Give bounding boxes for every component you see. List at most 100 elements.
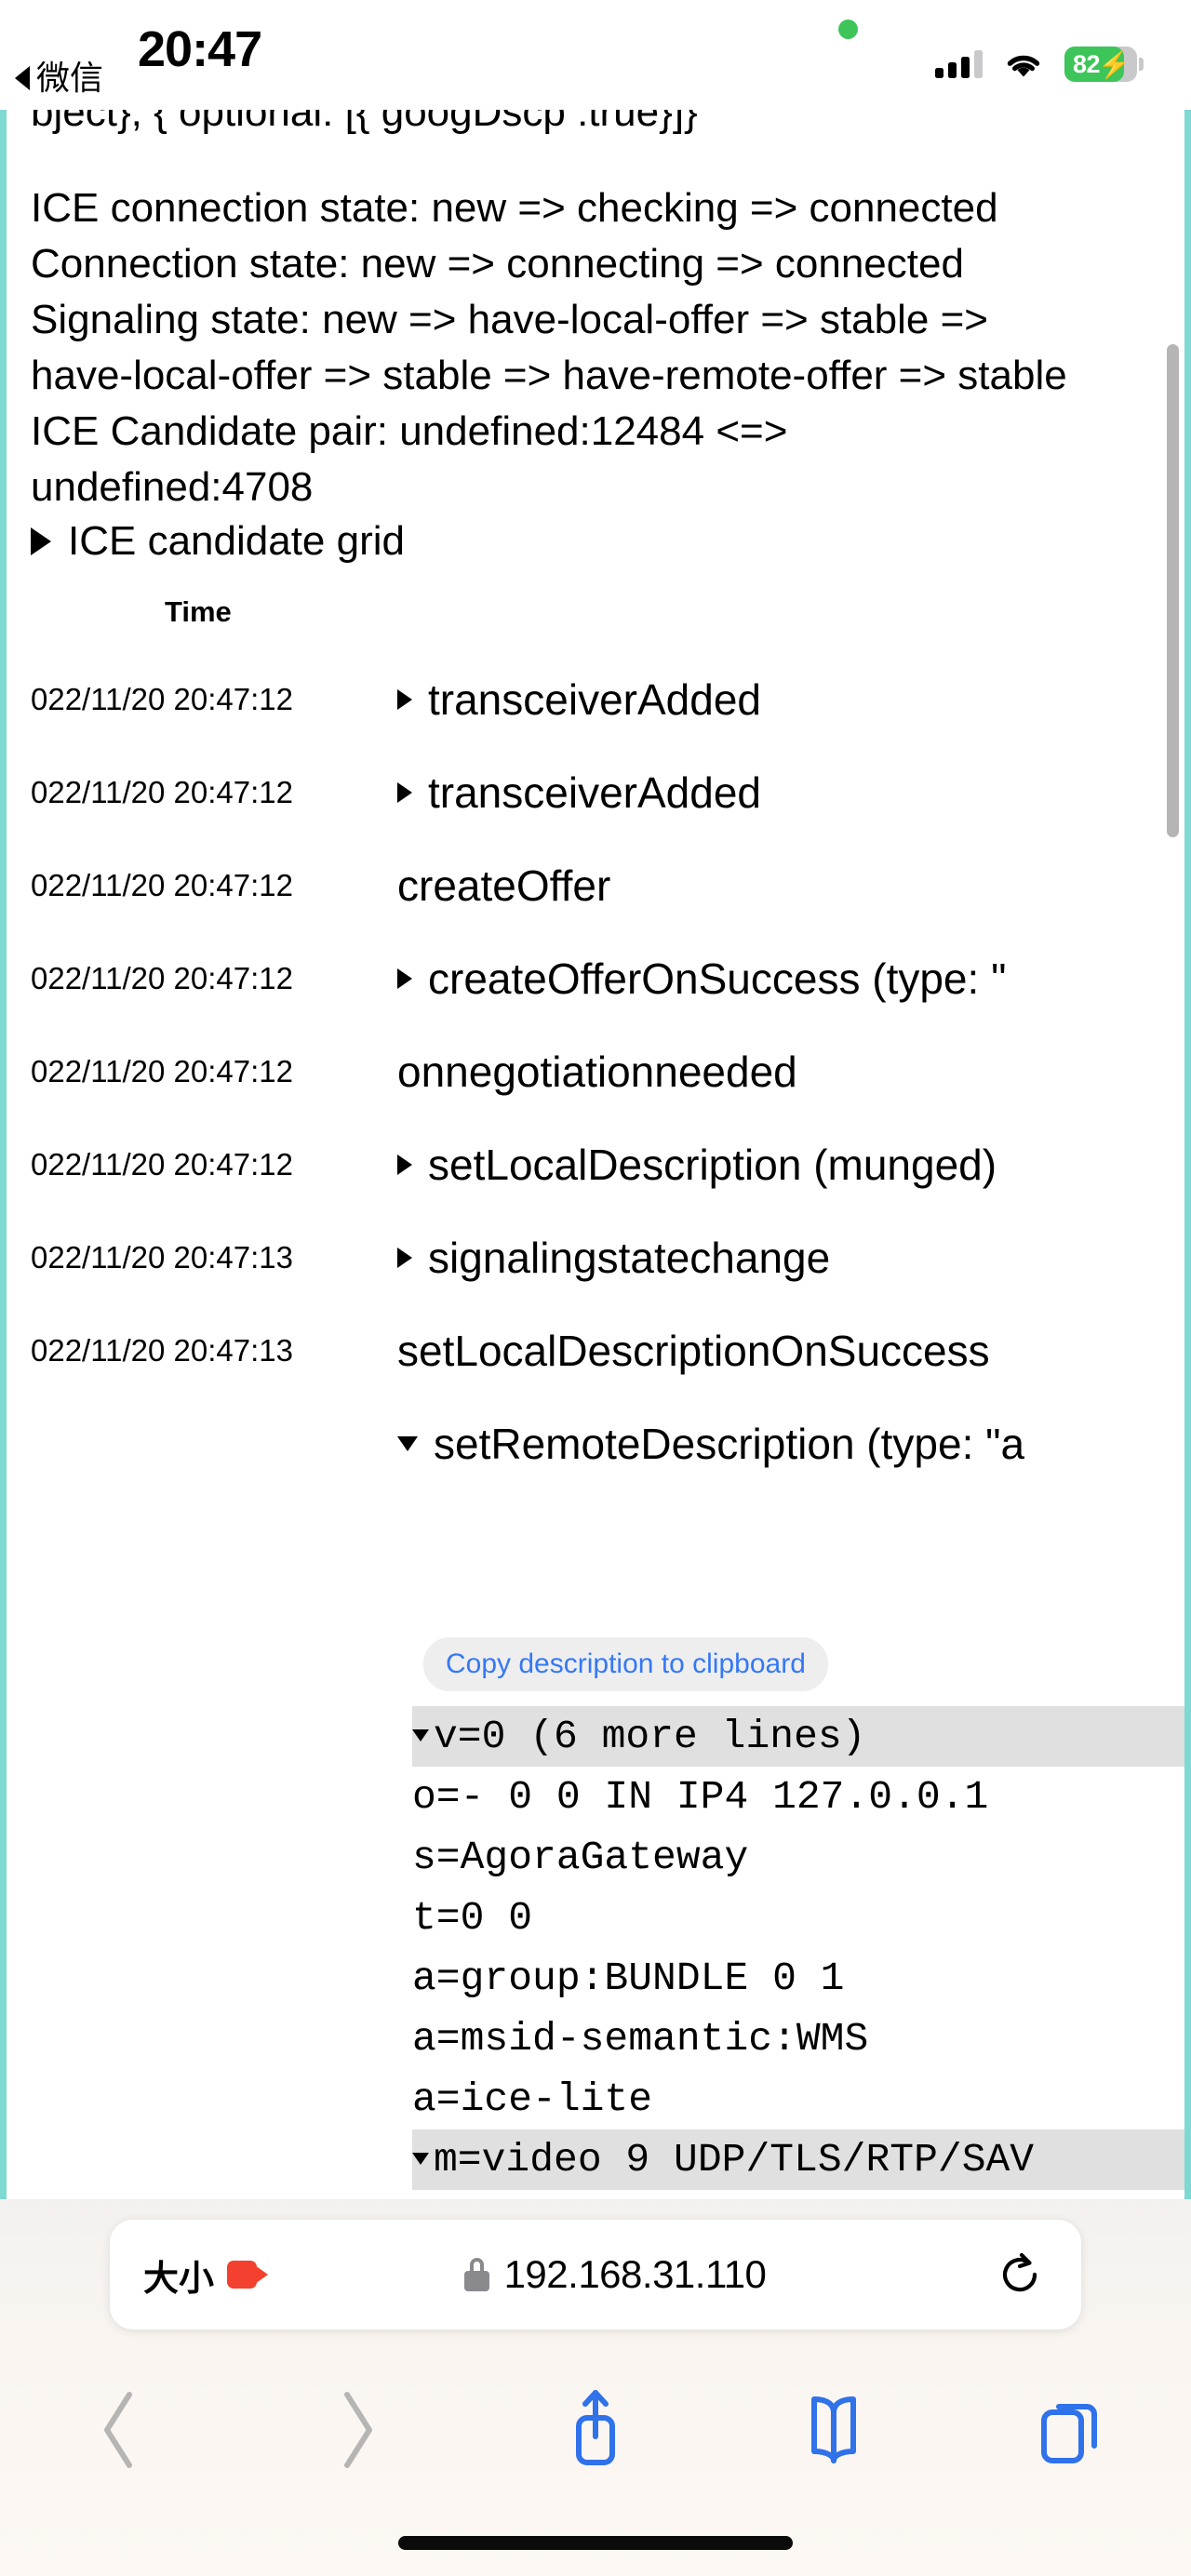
web-content-viewport[interactable]: bject}, { optional: [{ googDscp :true}]}… xyxy=(0,110,1191,2199)
chevron-right-icon xyxy=(344,2392,372,2468)
reload-icon[interactable] xyxy=(999,2252,1040,2297)
table-row[interactable]: 022/11/20 20:47:12 transceiverAdded xyxy=(7,653,1184,746)
table-row[interactable]: 022/11/20 20:47:12 transceiverAdded xyxy=(7,746,1184,839)
status-bar-clock: 20:47 xyxy=(138,21,262,77)
home-indicator xyxy=(398,2536,793,2550)
table-row[interactable]: 022/11/20 20:47:13 setLocalDescriptionOn… xyxy=(7,1304,1184,1397)
connection-state-line: undefined:4708 xyxy=(31,464,314,510)
event-name-cell[interactable]: transceiverAdded xyxy=(397,767,761,818)
table-row[interactable]: 022/11/20 20:47:13 signalingstatechange xyxy=(7,1211,1184,1304)
forward-button[interactable] xyxy=(238,2387,476,2473)
tabs-button[interactable] xyxy=(953,2392,1191,2468)
event-label: transceiverAdded xyxy=(428,768,761,817)
sdp-line: c=IN IP4 127.0.0.1 xyxy=(412,2190,1184,2199)
connection-state-line: Signaling state: new => have-local-offer… xyxy=(31,297,988,342)
events-table-time-header: Time xyxy=(165,595,232,628)
vertical-scrollbar[interactable] xyxy=(1167,344,1179,837)
sdp-line: o=- 0 0 IN IP4 127.0.0.1 xyxy=(412,1774,989,1820)
battery-charging-icon: ⚡ xyxy=(1098,49,1131,79)
sdp-line: s=AgoraGateway xyxy=(412,1835,749,1880)
triangle-right-icon xyxy=(397,968,412,989)
connection-state-line: ICE connection state: new => checking =>… xyxy=(31,185,998,231)
event-label: createOffer xyxy=(397,861,611,910)
battery-icon: 82 ⚡ xyxy=(1064,47,1144,82)
event-label: signalingstatechange xyxy=(428,1234,831,1282)
status-bar-indicators: 82 ⚡ xyxy=(935,47,1144,82)
table-row[interactable]: 022/11/20 20:47:12 createOffer xyxy=(7,839,1184,932)
book-icon xyxy=(811,2396,856,2463)
url-display[interactable]: 192.168.31.110 xyxy=(231,2252,999,2297)
browser-chrome: 大小 192.168.31.110 xyxy=(0,2199,1191,2576)
back-to-wechat-label: 微信 xyxy=(36,59,104,97)
table-row[interactable]: setRemoteDescription (type: "a xyxy=(7,1397,1184,1490)
url-text: 192.168.31.110 xyxy=(503,2252,767,2296)
battery-percent-label: 82 xyxy=(1073,49,1101,78)
event-name-cell[interactable]: setRemoteDescription (type: "a xyxy=(397,1419,1024,1469)
camera-active-icon[interactable] xyxy=(227,2261,269,2289)
triangle-right-icon xyxy=(397,782,412,803)
event-time: 022/11/20 20:47:13 xyxy=(31,1240,293,1275)
event-name-cell[interactable]: createOffer xyxy=(397,861,610,911)
table-row[interactable]: 022/11/20 20:47:12 createOfferOnSuccess … xyxy=(7,932,1184,1025)
event-time: 022/11/20 20:47:12 xyxy=(31,868,293,902)
event-name-cell[interactable]: setLocalDescriptionOnSuccess xyxy=(397,1326,990,1376)
event-label: transceiverAdded xyxy=(428,675,761,724)
tabs-icon xyxy=(1041,2404,1097,2463)
share-button[interactable] xyxy=(476,2385,715,2475)
event-time: 022/11/20 20:47:12 xyxy=(31,682,293,716)
event-time: 022/11/20 20:47:12 xyxy=(31,775,293,809)
cellular-signal-icon xyxy=(935,50,983,78)
event-name-cell[interactable]: transceiverAdded xyxy=(397,674,761,725)
lock-icon xyxy=(463,2258,489,2291)
triangle-right-icon xyxy=(31,527,51,555)
sdp-line: a=msid-semantic:WMS xyxy=(412,2016,869,2062)
event-label: onnegotiationneeded xyxy=(397,1048,797,1096)
back-to-wechat-link[interactable]: 微信 xyxy=(15,61,103,95)
text-size-label: 大小 xyxy=(143,2259,215,2299)
triangle-down-icon xyxy=(412,2153,429,2165)
triangle-right-icon xyxy=(397,689,412,710)
bookmarks-button[interactable] xyxy=(715,2394,953,2466)
back-triangle-icon xyxy=(15,66,30,90)
triangle-right-icon xyxy=(397,1248,412,1268)
webrtc-internals-page: bject}, { optional: [{ googDscp :true}]}… xyxy=(0,110,1191,2199)
event-label: setLocalDescription (munged) xyxy=(428,1141,997,1189)
browser-toolbar xyxy=(0,2365,1191,2495)
sdp-line: a=group:BUNDLE 0 1 xyxy=(412,1955,845,2001)
wifi-icon xyxy=(1007,55,1040,77)
status-bar: 20:47 82 ⚡ xyxy=(0,0,1191,110)
table-row[interactable]: 022/11/20 20:47:12 setLocalDescription (… xyxy=(7,1118,1184,1211)
event-name-cell[interactable]: onnegotiationneeded xyxy=(397,1047,797,1097)
event-name-cell[interactable]: setLocalDescription (munged) xyxy=(397,1140,997,1190)
clipped-previous-line: bject}, { optional: [{ googDscp :true}]} xyxy=(31,110,698,135)
event-label: setRemoteDescription (type: "a xyxy=(434,1420,1025,1468)
event-time: 022/11/20 20:47:13 xyxy=(31,1333,293,1368)
sdp-line: v=0 (6 more lines) xyxy=(434,1714,866,1759)
event-name-cell[interactable]: signalingstatechange xyxy=(397,1233,830,1283)
address-bar[interactable]: 大小 192.168.31.110 xyxy=(110,2220,1081,2329)
table-row[interactable]: 022/11/20 20:47:12 onnegotiationneeded xyxy=(7,1025,1184,1118)
event-time: 022/11/20 20:47:12 xyxy=(31,1054,293,1088)
sdp-section-header[interactable]: v=0 (6 more lines) xyxy=(412,1706,1184,1767)
sdp-section-header[interactable]: m=video 9 UDP/TLS/RTP/SAV xyxy=(412,2129,1184,2190)
recording-dot-icon xyxy=(838,20,858,39)
sdp-detail-panel: Copy description to clipboard v=0 (6 mor… xyxy=(412,1637,1184,2199)
copy-description-button[interactable]: Copy description to clipboard xyxy=(423,1637,828,1691)
event-time: 022/11/20 20:47:12 xyxy=(31,961,293,995)
ice-candidate-grid-toggle[interactable]: ICE candidate grid xyxy=(31,521,405,562)
phone-screen: 20:47 82 ⚡ 微信 bject}, { optional: [{goo… xyxy=(0,0,1191,2576)
event-label: setLocalDescriptionOnSuccess xyxy=(397,1327,990,1375)
sdp-line: a=ice-lite xyxy=(412,2076,653,2122)
triangle-down-icon xyxy=(397,1436,418,1451)
connection-state-block: ICE connection state: new => checking =>… xyxy=(31,180,1067,515)
event-label: createOfferOnSuccess (type: " xyxy=(428,954,1007,1003)
back-button[interactable] xyxy=(0,2387,238,2473)
triangle-right-icon xyxy=(397,1155,412,1175)
event-time: 022/11/20 20:47:12 xyxy=(31,1147,293,1181)
chevron-left-icon xyxy=(104,2392,132,2468)
connection-state-line: have-local-offer => stable => have-remot… xyxy=(31,353,1067,398)
sdp-line: m=video 9 UDP/TLS/RTP/SAV xyxy=(434,2137,1035,2182)
event-name-cell[interactable]: createOfferOnSuccess (type: " xyxy=(397,954,1006,1004)
share-icon xyxy=(576,2390,615,2465)
events-table: Time 022/11/20 20:47:12 transceiverAdded… xyxy=(7,595,1184,1490)
